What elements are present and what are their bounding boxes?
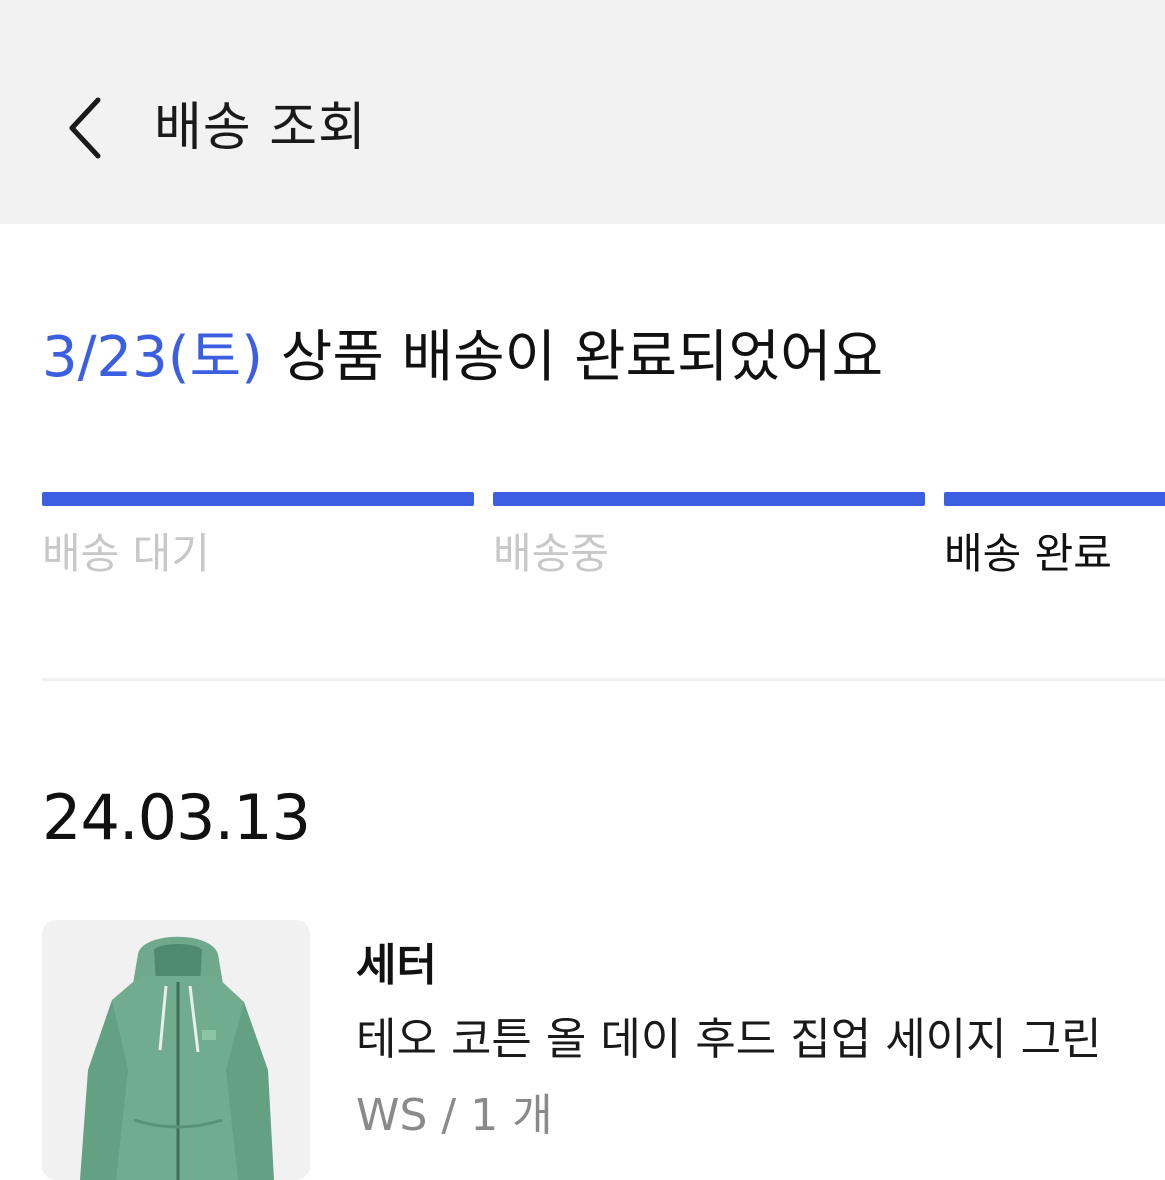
green-hoodie-image [80, 936, 274, 1180]
app-header: 배송 조회 [0, 0, 1165, 224]
delivery-status-heading: 3/23(토) 상품 배송이 완료되었어요 [42, 318, 883, 398]
step-label-delivered: 배송 완료 [944, 529, 1112, 578]
chevron-left-icon [69, 97, 101, 159]
product-name[interactable]: 테오 코튼 올 데이 후드 집업 세이지 그린 [356, 1010, 1102, 1070]
page-title: 배송 조회 [154, 98, 367, 158]
product-brand[interactable]: 세터 [356, 936, 437, 996]
order-date: 24.03.13 [42, 781, 311, 854]
section-divider [42, 678, 1165, 681]
step-label-in-transit: 배송중 [493, 529, 609, 578]
back-button[interactable] [58, 92, 118, 164]
progress-step-bar-waiting [42, 492, 474, 506]
product-image[interactable] [42, 920, 310, 1180]
product-option: WS / 1 개 [356, 1090, 553, 1141]
progress-step-bar-in-transit [493, 492, 925, 506]
delivery-date: 3/23(토) [42, 325, 263, 390]
progress-step-bar-delivered [944, 492, 1165, 506]
delivery-status-message: 상품 배송이 완료되었어요 [280, 325, 884, 390]
step-label-waiting: 배송 대기 [42, 529, 210, 578]
